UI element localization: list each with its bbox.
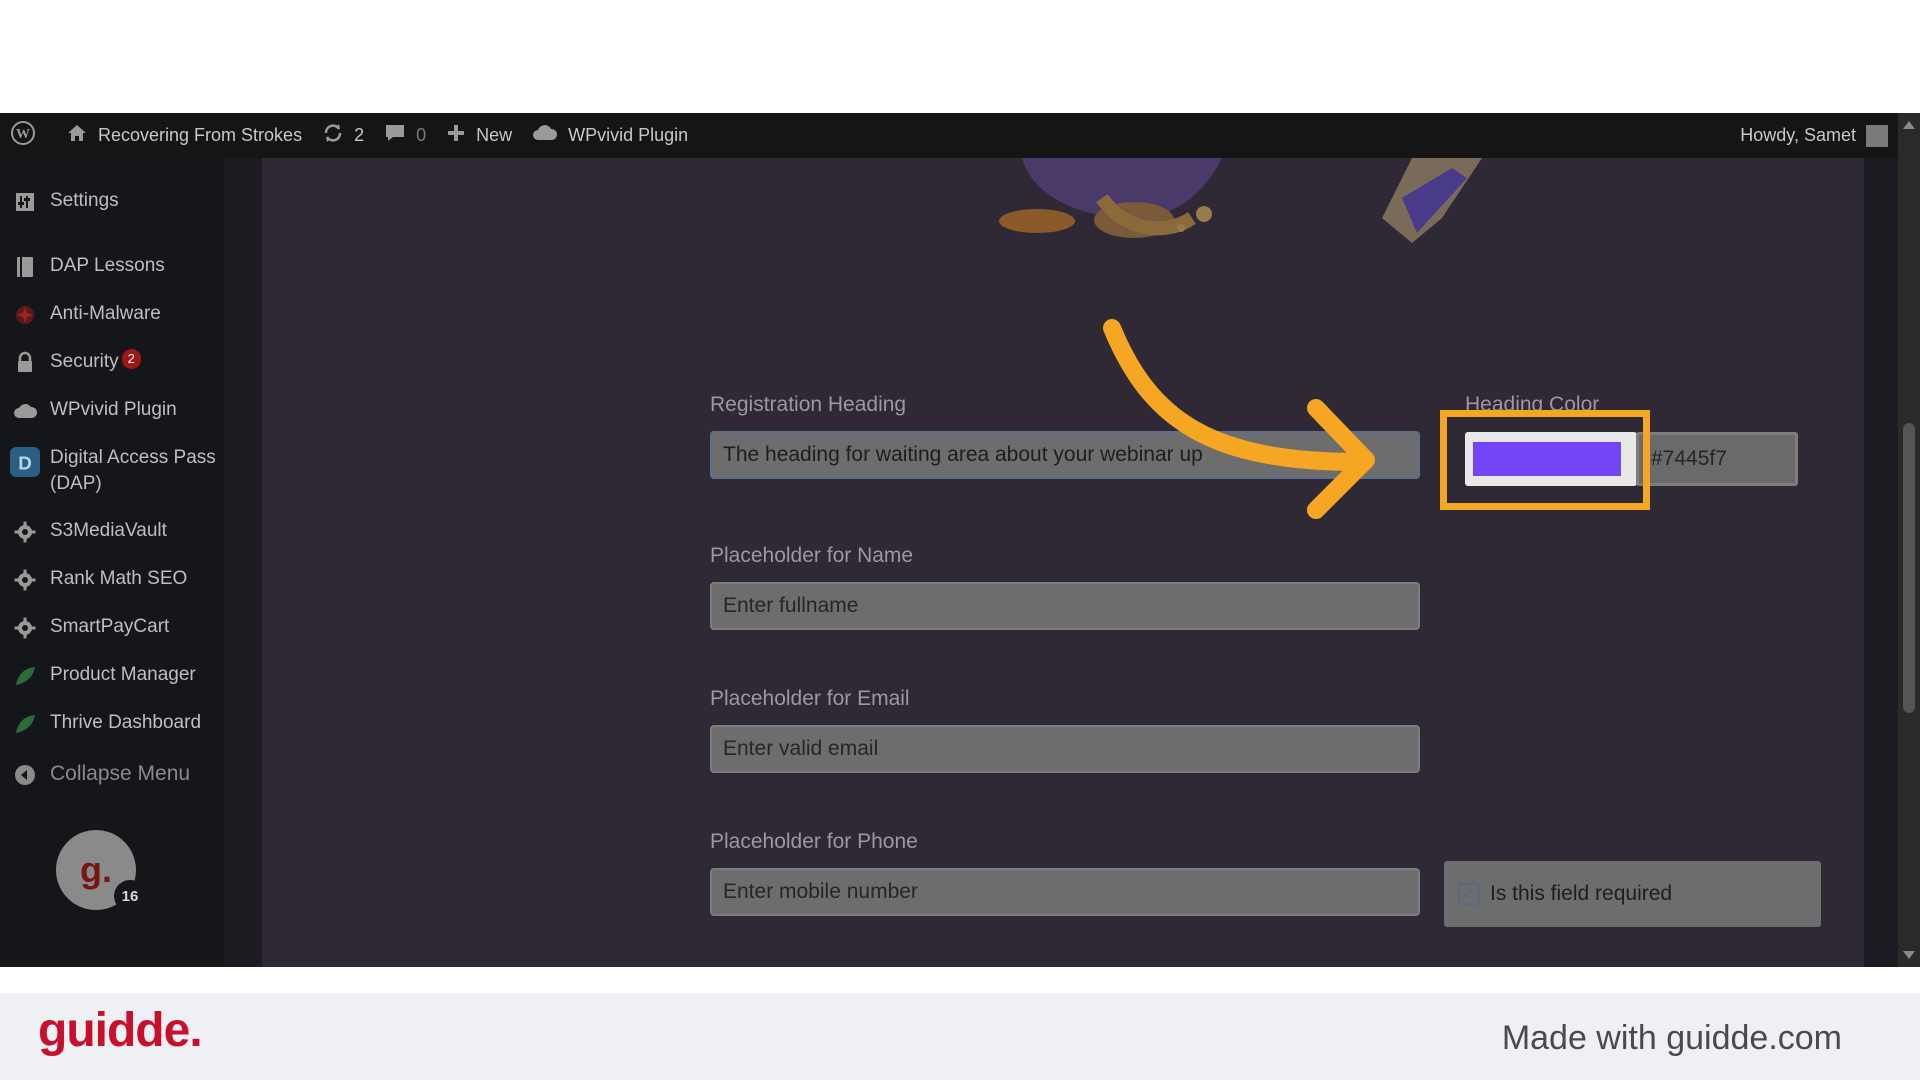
registration-heading-label: Registration Heading bbox=[710, 393, 907, 416]
gear-icon bbox=[0, 566, 50, 592]
security-badge: 2 bbox=[121, 349, 141, 369]
book-icon bbox=[0, 253, 50, 279]
email-placeholder-label: Placeholder for Email bbox=[710, 687, 910, 710]
comment-icon bbox=[384, 122, 406, 149]
refresh-icon bbox=[322, 122, 344, 149]
updates-count: 2 bbox=[354, 125, 365, 145]
required-checkbox[interactable]: ✓ bbox=[1458, 883, 1480, 905]
comments-link[interactable]: 0 bbox=[374, 113, 436, 158]
svg-text:W: W bbox=[16, 127, 30, 142]
sidebar-item-anti-malware[interactable]: Anti-Malware bbox=[0, 301, 224, 327]
svg-text:D: D bbox=[18, 453, 32, 474]
sidebar-item-dap[interactable]: D Digital Access Pass (DAP) bbox=[0, 445, 224, 497]
leaf-icon bbox=[0, 710, 50, 736]
sidebar-item-label: Digital Access Pass bbox=[50, 447, 216, 468]
header-illustration-icon bbox=[999, 158, 1482, 243]
name-placeholder-value: Enter fullname bbox=[723, 594, 859, 617]
sidebar-item-smartpaycart[interactable]: SmartPayCart bbox=[0, 614, 224, 640]
phone-placeholder-input[interactable]: Enter mobile number bbox=[710, 868, 1420, 916]
registration-heading-value: The heading for waiting area about your … bbox=[723, 443, 1203, 466]
email-placeholder-value: Enter valid email bbox=[723, 737, 879, 760]
sidebar-item-product-manager[interactable]: Product Manager bbox=[0, 662, 224, 688]
sidebar-item-label: Settings bbox=[50, 190, 119, 211]
admin-bar: W Recovering From Strokes 2 0 New WPvivi… bbox=[0, 113, 1898, 158]
sidebar-item-s3mediavault[interactable]: S3MediaVault bbox=[0, 518, 224, 544]
cloud-icon bbox=[0, 397, 50, 423]
sidebar-item-settings[interactable]: Settings bbox=[0, 188, 224, 214]
wordpress-logo-button[interactable]: W bbox=[0, 113, 56, 158]
guidde-notification-count: 16 bbox=[114, 880, 146, 912]
sidebar-item-label: Anti-Malware bbox=[50, 303, 161, 324]
phone-placeholder-label: Placeholder for Phone bbox=[710, 830, 918, 853]
wordpress-icon: W bbox=[10, 120, 36, 151]
required-label: Is this field required bbox=[1490, 882, 1673, 905]
checkmark-icon: ✓ bbox=[1462, 886, 1476, 903]
site-name: Recovering From Strokes bbox=[98, 125, 303, 145]
new-label: New bbox=[476, 125, 513, 145]
page-scrollbar[interactable] bbox=[1898, 113, 1920, 967]
sidebar-item-security[interactable]: Security 2 bbox=[0, 349, 224, 375]
guidde-footer: guidde. Made with guidde.com bbox=[0, 993, 1920, 1080]
site-name-link[interactable]: Recovering From Strokes bbox=[56, 113, 312, 158]
guidde-logo: guidde. bbox=[38, 1004, 203, 1057]
collapse-arrow-icon bbox=[0, 761, 50, 787]
new-content-link[interactable]: New bbox=[436, 113, 522, 158]
scroll-down-arrow-icon[interactable] bbox=[1903, 951, 1915, 959]
sidebar-item-rank-math[interactable]: Rank Math SEO bbox=[0, 566, 224, 592]
email-placeholder-input[interactable]: Enter valid email bbox=[710, 725, 1420, 773]
gear-icon bbox=[0, 614, 50, 640]
sidebar-item-label: SmartPayCart bbox=[50, 616, 170, 637]
sidebar-item-label: WPvivid Plugin bbox=[50, 399, 177, 420]
comments-count: 0 bbox=[416, 125, 427, 145]
wpvivid-plugin-link[interactable]: WPvivid Plugin bbox=[522, 113, 698, 158]
tutorial-highlight-box bbox=[1440, 410, 1650, 510]
collapse-menu-label: Collapse Menu bbox=[50, 762, 191, 785]
sidebar-item-label-line2: (DAP) bbox=[50, 473, 102, 494]
name-placeholder-label: Placeholder for Name bbox=[710, 544, 914, 567]
guidde-bubble-letter: g. bbox=[80, 849, 112, 890]
gear-icon bbox=[0, 518, 50, 544]
leaf-icon bbox=[0, 662, 50, 688]
user-avatar-icon[interactable] bbox=[1866, 124, 1888, 147]
settings-icon bbox=[0, 188, 50, 214]
main-content: Registration Heading The heading for wai… bbox=[262, 158, 1864, 967]
plus-icon bbox=[446, 123, 466, 148]
sidebar-item-label: DAP Lessons bbox=[50, 255, 165, 276]
scrollbar-thumb[interactable] bbox=[1903, 423, 1915, 713]
sidebar-item-wpvivid[interactable]: WPvivid Plugin bbox=[0, 397, 224, 423]
updates-link[interactable]: 2 bbox=[312, 113, 374, 158]
lock-icon bbox=[0, 349, 50, 375]
sidebar-item-label: Security bbox=[50, 351, 119, 372]
sidebar-item-dap-lessons[interactable]: DAP Lessons bbox=[0, 253, 224, 279]
screenshot-stage: W Recovering From Strokes 2 0 New WPvivi… bbox=[0, 0, 1920, 1080]
sidebar-item-label: Thrive Dashboard bbox=[50, 712, 202, 733]
phone-placeholder-value: Enter mobile number bbox=[723, 880, 918, 903]
made-with-text: Made with guidde.com bbox=[1501, 1019, 1842, 1057]
cloud-icon bbox=[532, 123, 558, 148]
sidebar-item-label: S3MediaVault bbox=[50, 520, 167, 541]
dap-logo-icon: D bbox=[0, 445, 50, 477]
heading-color-hex-input[interactable]: #7445f7 bbox=[1636, 432, 1798, 486]
browser-viewport: W Recovering From Strokes 2 0 New WPvivi… bbox=[0, 113, 1920, 967]
collapse-menu-button[interactable]: Collapse Menu bbox=[0, 761, 224, 787]
name-placeholder-input[interactable]: Enter fullname bbox=[710, 582, 1420, 630]
phone-required-toggle[interactable]: ✓ Is this field required bbox=[1444, 861, 1821, 927]
scroll-up-arrow-icon[interactable] bbox=[1903, 121, 1915, 129]
sidebar-item-label: Rank Math SEO bbox=[50, 568, 188, 589]
wpvivid-plugin-label: WPvivid Plugin bbox=[568, 125, 689, 145]
sidebar-item-label: Product Manager bbox=[50, 664, 196, 685]
malware-shield-icon bbox=[0, 301, 50, 327]
registration-heading-input[interactable]: The heading for waiting area about your … bbox=[710, 431, 1420, 479]
heading-color-hex-value: #7445f7 bbox=[1651, 447, 1727, 470]
sidebar-item-thrive-dashboard[interactable]: Thrive Dashboard bbox=[0, 710, 224, 736]
home-icon bbox=[66, 122, 88, 149]
howdy-user-link[interactable]: Howdy, Samet bbox=[1740, 125, 1856, 146]
